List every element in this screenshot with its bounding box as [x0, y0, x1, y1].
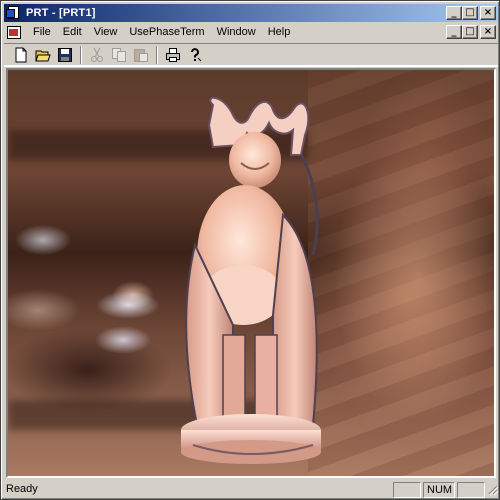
print-icon	[166, 48, 180, 62]
close-button[interactable]: ×	[480, 6, 496, 20]
document-icon[interactable]	[7, 25, 23, 40]
menu-bar: File Edit View UsePhaseTerm Window Help …	[4, 23, 498, 42]
open-folder-icon	[35, 50, 51, 62]
window-title: PRT - [PRT1]	[26, 7, 96, 19]
minimize-button[interactable]: _	[446, 6, 462, 20]
copy-icon	[112, 48, 126, 62]
cut-button[interactable]	[86, 45, 108, 66]
menu-window[interactable]: Window	[211, 24, 262, 41]
cut-icon	[91, 47, 103, 62]
maximize-button[interactable]: □	[462, 6, 478, 20]
menu-edit[interactable]: Edit	[57, 24, 88, 41]
menu-usephaseterm[interactable]: UsePhaseTerm	[123, 24, 210, 41]
menu-view[interactable]: View	[88, 24, 124, 41]
title-buttons: _ □ ×	[446, 6, 496, 20]
menu-file[interactable]: File	[27, 24, 57, 41]
toolbar-separator	[156, 46, 158, 64]
paste-button[interactable]	[130, 45, 152, 66]
resize-grip-icon[interactable]	[486, 483, 498, 497]
render-viewport[interactable]	[6, 68, 496, 478]
app-icon[interactable]	[6, 6, 22, 20]
status-text: Ready	[6, 482, 38, 495]
status-bar: Ready NUM	[4, 481, 498, 498]
child-minimize-button[interactable]: _	[446, 25, 462, 39]
num-lock-indicator: NUM	[423, 481, 455, 498]
title-bar[interactable]: PRT - [PRT1] _ □ ×	[4, 4, 498, 22]
new-document-icon	[15, 47, 27, 63]
child-restore-button[interactable]: □	[462, 25, 478, 39]
toolbar	[4, 43, 498, 67]
child-close-button[interactable]: ×	[480, 25, 496, 39]
app-window: PRT - [PRT1] _ □ × File Edit View UsePha…	[0, 0, 500, 500]
copy-button[interactable]	[108, 45, 130, 66]
print-button[interactable]	[162, 45, 184, 66]
scroll-lock-indicator	[457, 481, 485, 498]
help-icon	[191, 48, 202, 62]
open-button[interactable]	[32, 45, 54, 66]
buddha-model	[181, 96, 321, 464]
new-button[interactable]	[10, 45, 32, 66]
menu-help[interactable]: Help	[262, 24, 297, 41]
help-button[interactable]	[184, 45, 206, 66]
toolbar-separator	[80, 46, 82, 64]
save-button[interactable]	[54, 45, 76, 66]
child-window-buttons: _ □ ×	[446, 25, 496, 39]
paste-icon	[134, 49, 148, 62]
save-icon	[58, 48, 72, 62]
caps-lock-indicator	[393, 481, 421, 498]
environment-wall	[308, 70, 494, 476]
